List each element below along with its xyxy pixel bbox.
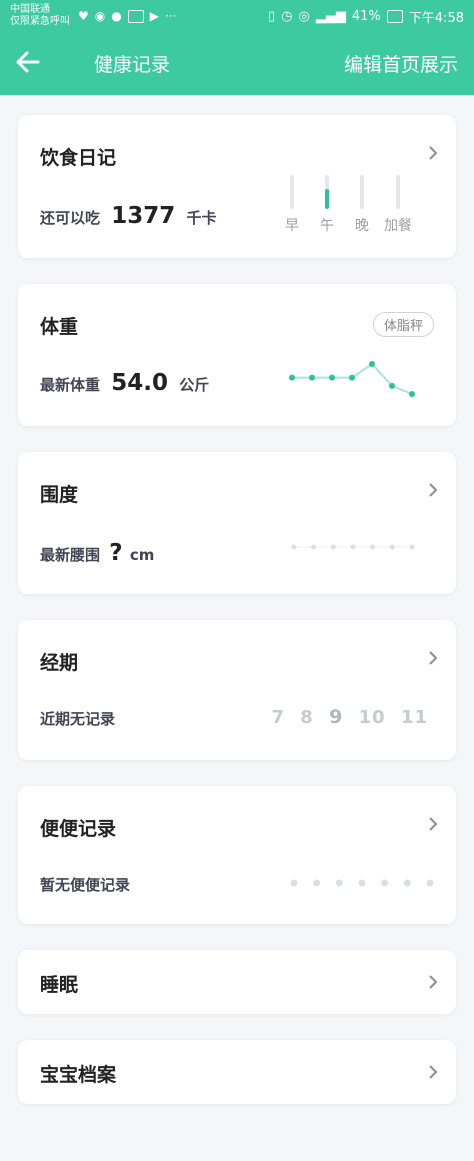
clock: 下午4:58	[408, 10, 464, 26]
page-title: 健康记录	[94, 54, 171, 76]
record-icon: ●	[111, 9, 122, 23]
back-arrow-icon[interactable]	[16, 50, 56, 78]
waist-unit: cm	[129, 546, 155, 564]
calories-value: 1377	[111, 203, 176, 229]
message-icon	[127, 9, 144, 23]
girth-card[interactable]: 围度 最新腰围 ? cm	[18, 452, 456, 594]
chevron-right-icon	[428, 816, 438, 837]
date-item: 10	[358, 707, 386, 728]
weight-unit: 公斤	[179, 376, 210, 394]
play-icon: ▶	[149, 9, 159, 23]
carrier-info: 中国联通 仅限紧急呼叫	[10, 4, 70, 28]
weight-card[interactable]: 体重 体脂秤 最新体重 54.0 公斤	[18, 284, 456, 426]
bowel-placeholder-dots	[290, 879, 434, 887]
chevron-right-icon	[428, 650, 438, 671]
latest-weight: 最新体重 54.0 公斤	[40, 370, 209, 396]
chevron-right-icon	[428, 482, 438, 503]
body-fat-scale-tag[interactable]: 体脂秤	[372, 312, 434, 337]
heart-icon: ♥	[78, 9, 89, 23]
status-bar: 中国联通 仅限紧急呼叫 ♥ ◉ ● ▶ ··· ▯ ◷ ◎ ▂▄▆ 41% 下午…	[0, 0, 474, 32]
system-icons: ▯ ◷ ◎ ▂▄▆ 41% 下午4:58	[268, 7, 464, 26]
weight-trend-point	[409, 391, 415, 397]
nav-bar: 健康记录 编辑首页展示	[0, 32, 474, 95]
date-item: 7	[271, 707, 285, 728]
weight-trend-point	[309, 374, 315, 381]
edit-home-button[interactable]: 编辑首页展示	[344, 50, 458, 77]
baby-card[interactable]: 宝宝档案	[18, 1040, 456, 1104]
meal-snack: 加餐	[383, 175, 413, 235]
date-item: 11	[400, 707, 428, 728]
battery-icon	[386, 9, 403, 23]
meal-breakfast: 早	[277, 175, 307, 235]
diet-card[interactable]: 饮食日记 还可以吃 1377 千卡 早 午 晚 加餐	[18, 115, 456, 258]
alarm-icon: ◷	[281, 8, 293, 24]
bowel-title: 便便记录	[40, 818, 117, 840]
girth-title: 围度	[40, 484, 79, 506]
carrier-name: 中国联通	[10, 4, 50, 15]
waist-label: 最新腰围	[40, 546, 101, 564]
bowel-status: 暂无便便记录	[40, 876, 131, 894]
weight-trend-point	[289, 374, 295, 381]
date-item-today: 9	[329, 706, 344, 728]
chevron-right-icon	[428, 1064, 438, 1085]
weight-trend-point	[369, 361, 375, 367]
period-title: 经期	[40, 652, 79, 674]
period-dates: 7 8 9 10 11	[263, 706, 428, 728]
baby-title: 宝宝档案	[40, 1064, 117, 1086]
chat-icon: ◉	[94, 9, 106, 23]
notification-icons: ♥ ◉ ● ▶ ···	[78, 9, 176, 23]
date-item: 8	[300, 707, 314, 728]
more-notifications: ···	[164, 9, 177, 23]
period-status: 近期无记录	[40, 710, 116, 728]
meal-lunch: 午	[312, 175, 342, 235]
eye-icon: ◎	[298, 8, 310, 24]
calories-label: 还可以吃	[40, 209, 101, 227]
vibrate-icon: ▯	[268, 8, 276, 24]
sleep-card[interactable]: 睡眠	[18, 950, 456, 1014]
signal-icon: ▂▄▆	[315, 8, 346, 24]
weight-title: 体重	[40, 316, 79, 338]
chevron-right-icon	[428, 145, 438, 166]
weight-value: 54.0	[111, 370, 168, 396]
weight-label: 最新体重	[40, 376, 101, 394]
period-card[interactable]: 经期 近期无记录 7 8 9 10 11	[18, 620, 456, 760]
waist-placeholder-dots	[291, 544, 415, 550]
meal-fill	[325, 189, 329, 209]
weight-trend-chart	[289, 361, 415, 397]
diet-title: 饮食日记	[40, 147, 117, 169]
weight-trend-point	[349, 374, 355, 381]
top-bar: 中国联通 仅限紧急呼叫 ♥ ◉ ● ▶ ··· ▯ ◷ ◎ ▂▄▆ 41% 下午…	[0, 0, 474, 95]
calories-remaining: 还可以吃 1377 千卡	[40, 203, 217, 229]
bowel-card[interactable]: 便便记录 暂无便便记录	[18, 786, 456, 924]
meal-dinner: 晚	[347, 175, 377, 235]
battery-percent: 41%	[351, 8, 381, 24]
chevron-right-icon	[428, 974, 438, 995]
carrier-status: 仅限紧急呼叫	[10, 16, 70, 27]
latest-waist: 最新腰围 ? cm	[40, 540, 154, 566]
calories-unit: 千卡	[186, 209, 217, 227]
weight-trend-point	[389, 382, 395, 389]
sleep-title: 睡眠	[40, 974, 79, 996]
waist-value: ?	[109, 540, 123, 566]
weight-trend-point	[329, 374, 335, 381]
